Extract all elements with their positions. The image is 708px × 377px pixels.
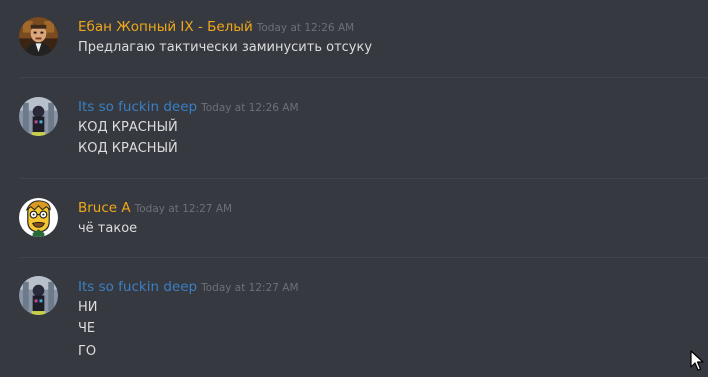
timestamp: Today at 12:27 AM bbox=[201, 282, 299, 294]
avatar[interactable] bbox=[19, 17, 58, 56]
message-header: Bruce A Today at 12:27 AM bbox=[78, 198, 232, 216]
message-text: ЧЕ bbox=[78, 321, 96, 336]
avatar[interactable] bbox=[19, 276, 58, 315]
timestamp: Today at 12:26 AM bbox=[256, 22, 355, 34]
avatar[interactable] bbox=[19, 97, 58, 136]
message-header: Its so fuckin deep Today at 12:27 AM bbox=[78, 277, 299, 295]
timestamp: Today at 12:26 AM bbox=[201, 102, 299, 114]
username[interactable]: Its so fuckin deep bbox=[78, 99, 197, 115]
username[interactable]: Bruce A bbox=[78, 200, 131, 216]
mouse-cursor-icon bbox=[690, 350, 704, 371]
message-text: Предлагаю тактически заминусить отсуку bbox=[78, 40, 373, 55]
message-text: КОД КРАСНЫЙ bbox=[78, 141, 178, 156]
message-header: Its so fuckin deep Today at 12:26 AM bbox=[78, 97, 299, 115]
message-divider bbox=[20, 178, 708, 179]
message-divider bbox=[20, 77, 708, 78]
avatar-figure-icon bbox=[19, 97, 58, 136]
timestamp: Today at 12:27 AM bbox=[134, 203, 233, 215]
message-header: Ебан Жопный IX - Белый Today at 12:26 AM bbox=[78, 17, 354, 35]
username[interactable]: Its so fuckin deep bbox=[78, 279, 197, 295]
message-text: чё такое bbox=[78, 221, 138, 236]
avatar[interactable] bbox=[19, 198, 58, 237]
avatar-portrait-icon bbox=[19, 17, 58, 56]
message-text: КОД КРАСНЫЙ bbox=[78, 120, 178, 135]
username[interactable]: Ебан Жопный IX - Белый bbox=[78, 19, 253, 35]
chat-messages-area: Ебан Жопный IX - Белый Today at 12:26 AM … bbox=[0, 0, 708, 377]
avatar-cartoon-face-icon bbox=[19, 198, 58, 237]
message-text: ГО bbox=[78, 344, 97, 359]
avatar-figure-icon bbox=[19, 276, 58, 315]
message-text: НИ bbox=[78, 300, 98, 315]
message-divider bbox=[20, 257, 708, 258]
